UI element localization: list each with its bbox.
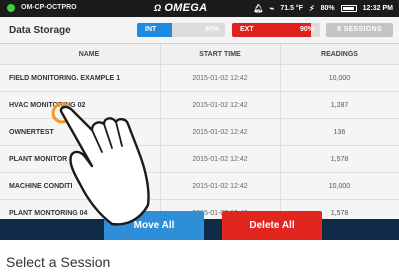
column-header-readings[interactable]: READINGS bbox=[280, 44, 399, 64]
status-bar: OM-CP-OCTPRO Ω OMEGA 🔔︎ ⌁ 71.5 °F ⚡︎ 80%… bbox=[0, 0, 399, 17]
table-row[interactable]: FIELD MONITORING. EXAMPLE 1 2015-01-02 1… bbox=[0, 65, 399, 92]
device-screen: OM-CP-OCTPRO Ω OMEGA 🔔︎ ⌁ 71.5 °F ⚡︎ 80%… bbox=[0, 0, 399, 240]
status-indicators: 🔔︎ ⌁ 71.5 °F ⚡︎ 80% 12:32 PM bbox=[253, 3, 393, 14]
table-header-row: NAME START TIME READINGS bbox=[0, 44, 399, 65]
session-readings: 10,000 bbox=[328, 74, 351, 82]
table-row[interactable]: MACHINE CONDITI 2015-01-02 12:42 10,000 bbox=[0, 173, 399, 200]
page-title: Data Storage bbox=[9, 25, 71, 36]
session-start-time: 2015-01-02 12:42 bbox=[192, 155, 248, 163]
column-header-start-time[interactable]: START TIME bbox=[160, 44, 280, 64]
clock: 12:32 PM bbox=[362, 5, 393, 12]
session-start-time: 2015-01-02 12:42 bbox=[192, 182, 248, 190]
external-storage-percent: 90% bbox=[299, 26, 314, 33]
internal-storage-label: INT bbox=[145, 26, 157, 33]
session-name: HVAC MONITORING 02 bbox=[9, 101, 86, 109]
brand-logo: Ω OMEGA bbox=[154, 2, 207, 14]
session-start-time: 2015-01-02 12:42 bbox=[192, 128, 248, 136]
table-row[interactable]: OWNERTEST 2015-01-02 12:42 136 bbox=[0, 119, 399, 146]
battery-icon bbox=[340, 5, 357, 12]
storage-header: Data Storage INT 60% EXT 90% 8 SESSIONS bbox=[0, 17, 399, 44]
usb-icon: ⌁ bbox=[269, 3, 275, 13]
sessions-table: NAME START TIME READINGS FIELD MONITORIN… bbox=[0, 44, 399, 227]
omega-logo-icon: Ω bbox=[154, 3, 162, 13]
connection-status-dot bbox=[7, 4, 15, 12]
column-header-name[interactable]: NAME bbox=[9, 44, 169, 64]
session-name: OWNERTEST bbox=[9, 128, 54, 136]
delete-all-button[interactable]: Delete All bbox=[222, 211, 322, 240]
charging-icon: ⚡︎ bbox=[309, 3, 315, 13]
session-name: PLANT MONITOR bbox=[9, 155, 68, 163]
external-storage-label: EXT bbox=[240, 26, 254, 33]
device-name: OM-CP-OCTPRO bbox=[21, 4, 77, 11]
session-name: FIELD MONITORING. EXAMPLE 1 bbox=[9, 74, 121, 82]
table-row[interactable]: HVAC MONITORING 02 2015-01-02 12:42 1,28… bbox=[0, 92, 399, 119]
bell-icon: 🔔︎ bbox=[253, 3, 264, 13]
temperature-readout: 71.5 °F bbox=[280, 5, 303, 12]
move-all-button[interactable]: Move All bbox=[104, 211, 204, 240]
session-readings: 1,287 bbox=[330, 101, 349, 109]
battery-percent: 80% bbox=[320, 5, 335, 12]
table-row[interactable]: PLANT MONITOR 2015-01-02 12:42 1,578 bbox=[0, 146, 399, 173]
brand-name: OMEGA bbox=[164, 2, 208, 14]
session-name: MACHINE CONDITI bbox=[9, 182, 73, 190]
session-readings: 136 bbox=[333, 128, 346, 136]
session-start-time: 2015-01-02 12:42 bbox=[192, 74, 248, 82]
session-readings: 1,578 bbox=[330, 155, 349, 163]
internal-storage-bar[interactable]: INT 60% bbox=[137, 23, 225, 37]
external-storage-bar[interactable]: EXT 90% bbox=[232, 23, 320, 37]
session-readings: 10,000 bbox=[328, 182, 351, 190]
sessions-count-button[interactable]: 8 SESSIONS bbox=[326, 23, 393, 37]
internal-storage-percent: 60% bbox=[204, 26, 219, 33]
caption: Select a Session bbox=[6, 254, 111, 270]
session-start-time: 2015-01-02 12:42 bbox=[192, 101, 248, 109]
